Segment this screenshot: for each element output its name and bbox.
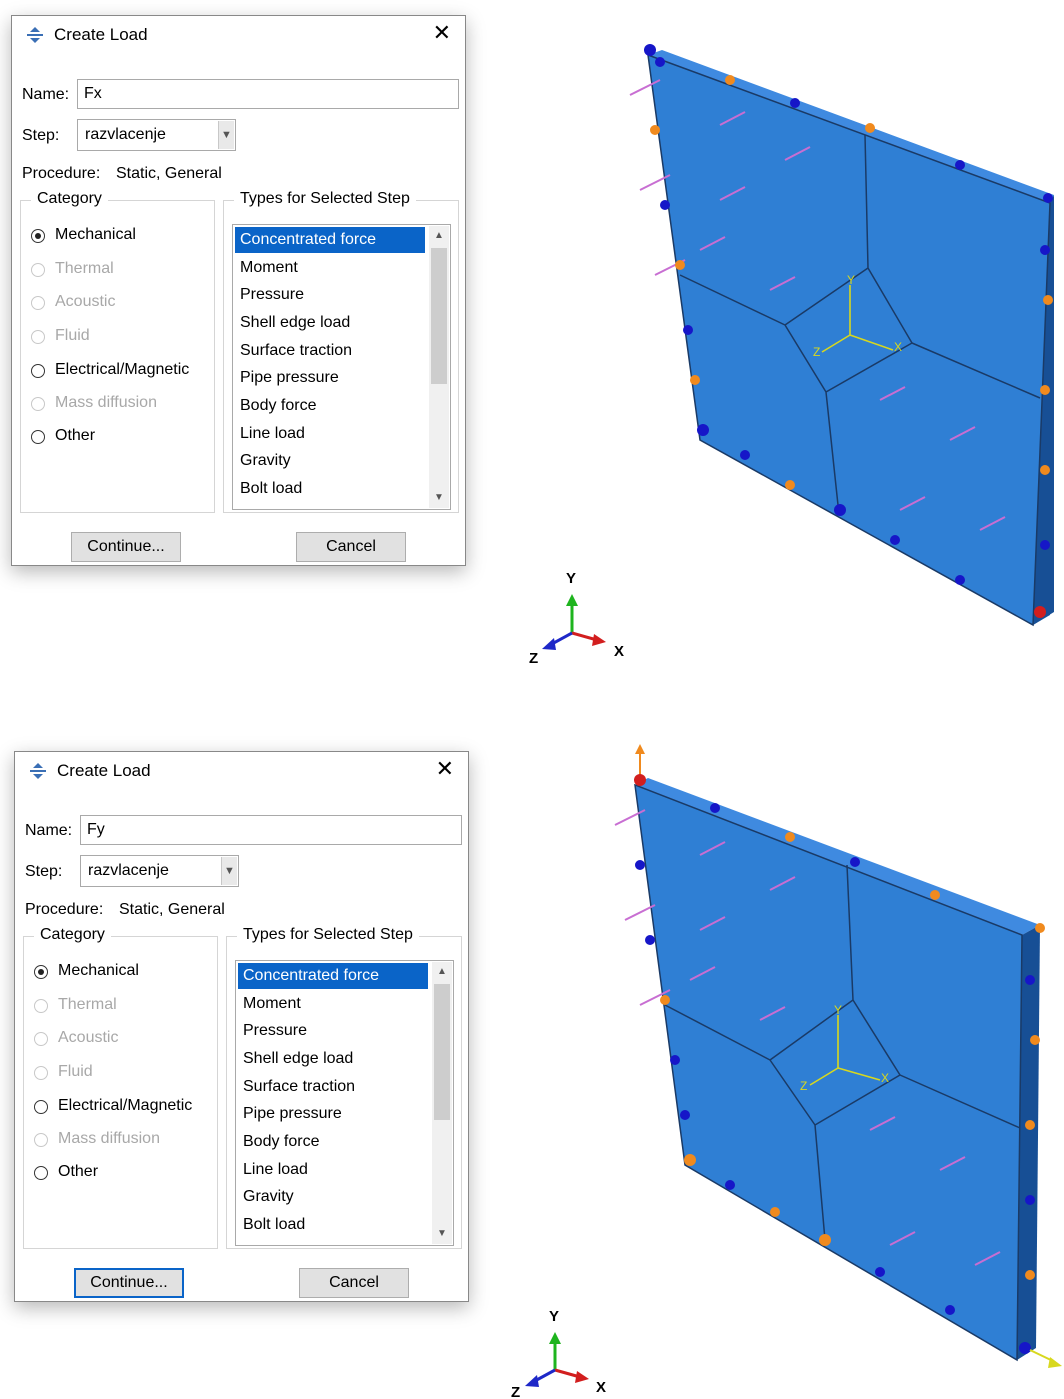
dialog-titlebar: Create Load ✕ (12, 16, 465, 52)
local-axis-z-label: Z (800, 1079, 807, 1093)
types-group: Types for Selected Step Concentrated for… (226, 926, 462, 1249)
types-group-title: Types for Selected Step (234, 190, 416, 208)
list-item[interactable]: Pressure (238, 1018, 428, 1044)
procedure-value: Static, General (119, 901, 225, 918)
step-select[interactable]: razvlacenje ▼ (77, 119, 236, 151)
local-axis-z-label: Z (813, 345, 820, 359)
continue-button[interactable]: Continue... (74, 1268, 184, 1298)
category-group-title: Category (34, 926, 111, 944)
name-label: Name: (25, 822, 73, 839)
chevron-down-icon[interactable]: ▼ (221, 857, 237, 885)
step-label: Step: (22, 127, 60, 144)
continue-button[interactable]: Continue... (71, 532, 181, 562)
list-item[interactable]: Surface traction (238, 1074, 428, 1100)
axis-y-label: Y (566, 570, 576, 587)
list-item[interactable]: Gravity (238, 1184, 428, 1210)
list-item[interactable]: Body force (238, 1129, 428, 1155)
name-label: Name: (22, 86, 70, 103)
types-scrollbar[interactable]: ▲ ▼ (432, 962, 452, 1244)
close-icon[interactable]: ✕ (433, 21, 451, 45)
radio-selected-indicator (34, 965, 48, 979)
chevron-down-icon[interactable]: ▼ (218, 121, 234, 149)
axis-z-label: Z (511, 1384, 520, 1399)
scrollbar-thumb[interactable] (431, 248, 447, 384)
model-viewport-1[interactable]: Y X Z Y X Z (500, 20, 1064, 680)
procedure-label: Procedure: (22, 165, 101, 182)
chevron-down-icon[interactable]: ▼ (429, 488, 449, 508)
name-input[interactable]: Fx (77, 79, 459, 109)
list-item[interactable]: Moment (238, 991, 428, 1017)
dialog-title: Create Load (54, 25, 148, 44)
types-group: Types for Selected Step Concentrated for… (223, 190, 459, 513)
list-item[interactable]: Pressure (235, 282, 425, 308)
plate-part[interactable] (647, 50, 1054, 627)
step-select-value: razvlacenje (88, 862, 169, 879)
list-item[interactable]: Shell edge load (238, 1046, 428, 1072)
types-scrollbar[interactable]: ▲ ▼ (429, 226, 449, 508)
procedure-value: Static, General (116, 165, 222, 182)
list-item[interactable]: Pipe pressure (235, 365, 425, 391)
axis-x-label: X (614, 643, 624, 660)
create-load-dialog-1: Create Load ✕ Name: Fx Step: razvlacenje… (11, 15, 466, 566)
list-item[interactable]: Bolt load (238, 1212, 428, 1238)
types-listbox[interactable]: Concentrated force Moment Pressure Shell… (235, 960, 454, 1246)
list-item[interactable]: Moment (235, 255, 425, 281)
create-load-dialog-2: Create Load ✕ Name: Fy Step: razvlacenje… (14, 751, 469, 1302)
create-load-app-icon (27, 27, 43, 43)
global-axis-triad: Y X Z (511, 1308, 606, 1399)
types-listbox[interactable]: Concentrated force Moment Pressure Shell… (232, 224, 451, 510)
radio-selected-indicator (31, 229, 45, 243)
types-group-title: Types for Selected Step (237, 926, 419, 944)
close-icon[interactable]: ✕ (436, 757, 454, 781)
axis-y-label: Y (549, 1308, 559, 1325)
scrollbar-thumb[interactable] (434, 984, 450, 1120)
local-axis-x-label: X (881, 1071, 889, 1085)
model-viewport-2[interactable]: Y X Z Y X Z (500, 740, 1064, 1399)
cancel-button[interactable]: Cancel (296, 532, 406, 562)
dialog-title: Create Load (57, 761, 151, 780)
category-group: Category Mechanical Thermal Acoustic Flu… (20, 190, 215, 513)
procedure-label: Procedure: (25, 901, 104, 918)
name-input[interactable]: Fy (80, 815, 462, 845)
local-axis-x-label: X (894, 340, 902, 354)
local-axis-y-label: Y (847, 273, 855, 287)
chevron-up-icon[interactable]: ▲ (432, 962, 452, 982)
list-item[interactable]: Line load (235, 421, 425, 447)
create-load-app-icon (30, 763, 46, 779)
dialog-titlebar: Create Load ✕ (15, 752, 468, 788)
list-item[interactable]: Pipe pressure (238, 1101, 428, 1127)
list-item[interactable]: Body force (235, 393, 425, 419)
list-item[interactable]: Surface traction (235, 338, 425, 364)
axis-x-label: X (596, 1379, 606, 1396)
step-select[interactable]: razvlacenje ▼ (80, 855, 239, 887)
axis-z-label: Z (529, 650, 538, 667)
list-item[interactable]: Shell edge load (235, 310, 425, 336)
category-group-title: Category (31, 190, 108, 208)
list-item[interactable]: Bolt load (235, 476, 425, 502)
list-item[interactable]: Gravity (235, 448, 425, 474)
chevron-down-icon[interactable]: ▼ (432, 1224, 452, 1244)
step-select-value: razvlacenje (85, 126, 166, 143)
local-axis-y-label: Y (834, 1003, 842, 1017)
list-item[interactable]: Concentrated force (238, 963, 428, 989)
global-axis-triad: Y X Z (529, 570, 624, 667)
list-item[interactable]: Concentrated force (235, 227, 425, 253)
step-label: Step: (25, 863, 63, 880)
chevron-up-icon[interactable]: ▲ (429, 226, 449, 246)
category-group: Category Mechanical Thermal Acoustic Flu… (23, 926, 218, 1249)
cancel-button[interactable]: Cancel (299, 1268, 409, 1298)
list-item[interactable]: Line load (238, 1157, 428, 1183)
